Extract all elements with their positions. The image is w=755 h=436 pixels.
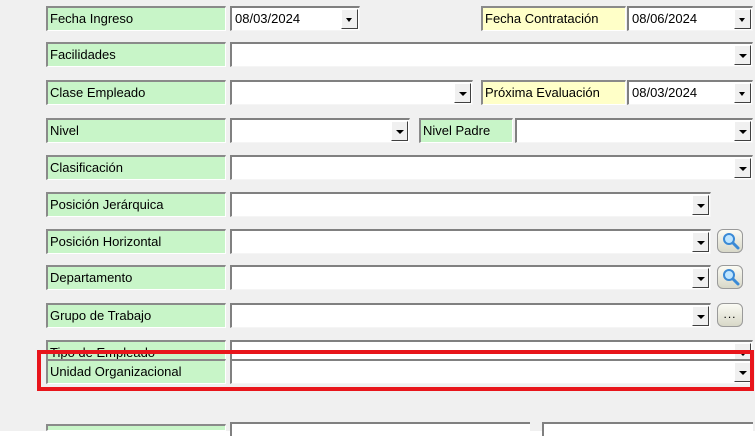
grupo-trabajo-chevron-down-icon[interactable] bbox=[692, 306, 709, 326]
clasificacion-select[interactable] bbox=[230, 155, 753, 180]
posicion-horizontal-chevron-down-icon[interactable] bbox=[692, 232, 709, 252]
fecha-ingreso-value: 08/03/2024 bbox=[235, 11, 301, 26]
proxima-evaluacion-dropdown-icon[interactable] bbox=[734, 83, 751, 103]
fecha-ingreso-label: Fecha Ingreso bbox=[46, 6, 226, 31]
fecha-contratacion-date-picker[interactable]: 08/06/2024 bbox=[627, 6, 753, 31]
ellipsis-icon: ... bbox=[723, 307, 737, 321]
departamento-select[interactable] bbox=[230, 265, 711, 290]
departamento-search-button[interactable] bbox=[717, 265, 743, 289]
next-row-label-partial bbox=[46, 424, 226, 431]
nivel-label: Nivel bbox=[46, 118, 226, 143]
posicion-horizontal-select[interactable] bbox=[230, 229, 711, 254]
posicion-jerarquica-label: Posición Jerárquica bbox=[46, 192, 226, 217]
posicion-jerarquica-select[interactable] bbox=[230, 192, 711, 217]
posicion-horizontal-search-button[interactable] bbox=[717, 229, 743, 253]
clase-empleado-select[interactable] bbox=[230, 80, 473, 105]
nivel-select[interactable] bbox=[230, 118, 410, 143]
clasificacion-chevron-down-icon[interactable] bbox=[734, 158, 751, 178]
facilidades-label: Facilidades bbox=[46, 42, 226, 67]
departamento-label: Departamento bbox=[46, 265, 226, 290]
nivel-chevron-down-icon[interactable] bbox=[391, 121, 408, 141]
facilidades-chevron-down-icon[interactable] bbox=[734, 45, 751, 65]
grupo-trabajo-select[interactable] bbox=[230, 303, 711, 328]
nivel-padre-label: Nivel Padre bbox=[419, 118, 513, 143]
clase-empleado-chevron-down-icon[interactable] bbox=[454, 83, 471, 103]
proxima-evaluacion-value: 08/03/2024 bbox=[632, 85, 698, 100]
next-row-field-partial-2[interactable] bbox=[542, 422, 753, 436]
fecha-contratacion-value: 08/06/2024 bbox=[632, 11, 698, 26]
grupo-trabajo-more-button[interactable]: ... bbox=[717, 303, 743, 327]
fecha-ingreso-date-picker[interactable]: 08/03/2024 bbox=[230, 6, 360, 31]
departamento-chevron-down-icon[interactable] bbox=[692, 268, 709, 288]
annotation-highlight-box bbox=[37, 350, 754, 391]
clase-empleado-label: Clase Empleado bbox=[46, 80, 226, 105]
magnifier-icon bbox=[723, 233, 740, 250]
nivel-padre-select[interactable] bbox=[515, 118, 753, 143]
fecha-contratacion-label: Fecha Contratación bbox=[481, 6, 626, 31]
posicion-jerarquica-chevron-down-icon[interactable] bbox=[692, 195, 709, 215]
magnifier-icon bbox=[723, 269, 740, 286]
fecha-contratacion-dropdown-icon[interactable] bbox=[734, 9, 751, 29]
nivel-padre-chevron-down-icon[interactable] bbox=[734, 121, 751, 141]
proxima-evaluacion-label: Próxima Evaluación bbox=[481, 80, 626, 105]
left-frame bbox=[0, 0, 33, 431]
fecha-ingreso-dropdown-icon[interactable] bbox=[341, 9, 358, 29]
clasificacion-label: Clasificación bbox=[46, 155, 226, 180]
facilidades-select[interactable] bbox=[230, 42, 753, 67]
proxima-evaluacion-date-picker[interactable]: 08/03/2024 bbox=[627, 80, 753, 105]
next-row-field-partial[interactable] bbox=[230, 422, 530, 436]
grupo-trabajo-label: Grupo de Trabajo bbox=[46, 303, 226, 328]
posicion-horizontal-label: Posición Horizontal bbox=[46, 229, 226, 254]
